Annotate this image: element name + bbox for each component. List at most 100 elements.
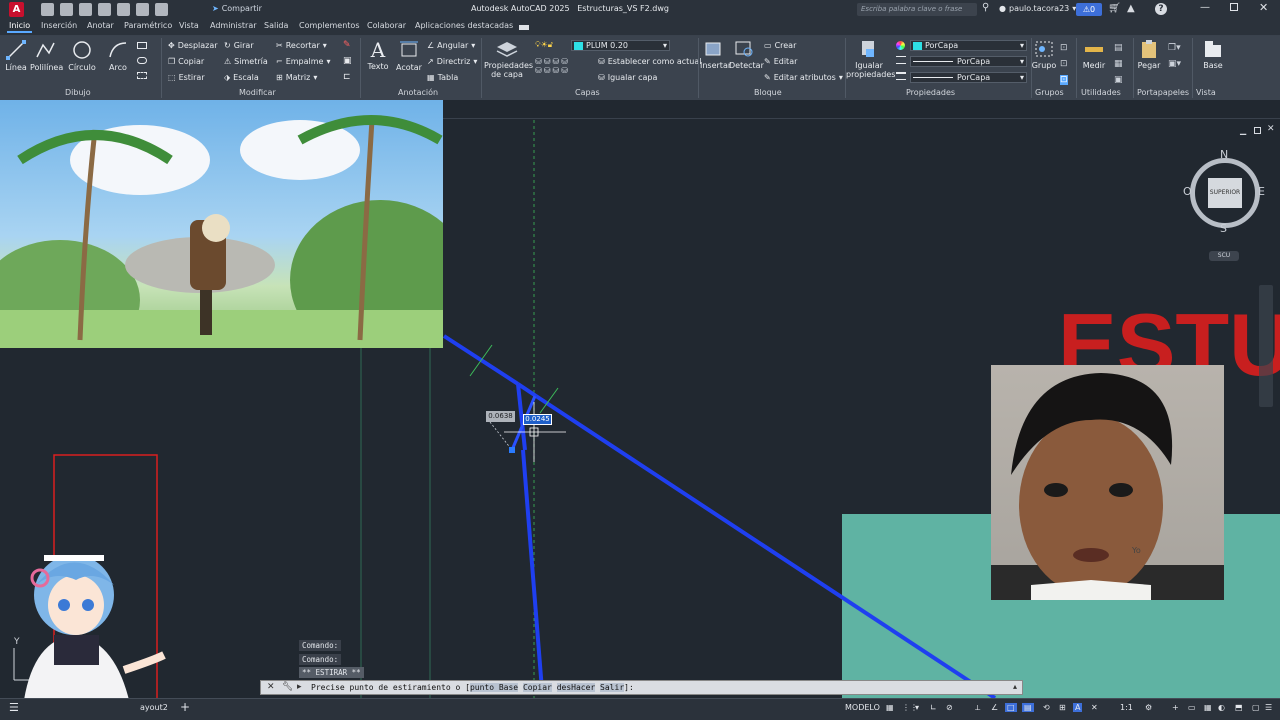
- layout-tab[interactable]: ayout2: [140, 703, 168, 712]
- angular-button[interactable]: ∠ Angular ▾: [427, 41, 475, 50]
- acotar-button[interactable]: Acotar: [396, 39, 422, 72]
- tab-insercion[interactable]: Inserción: [41, 21, 77, 30]
- color-dropdown[interactable]: PorCapa ▾: [910, 40, 1027, 51]
- tab-administrar[interactable]: Administrar: [210, 21, 257, 30]
- command-settings-icon[interactable]: 🔧︎: [282, 682, 293, 692]
- dimension-input-left[interactable]: 0.0638: [486, 411, 515, 422]
- command-option-salir[interactable]: Salir: [600, 683, 625, 692]
- osnap-tracking-icon[interactable]: ∠: [991, 703, 998, 712]
- tab-aplicaciones[interactable]: Aplicaciones destacadas: [415, 21, 513, 30]
- compass-o[interactable]: O: [1183, 185, 1192, 198]
- navigation-bar[interactable]: [1259, 285, 1273, 407]
- ortho-icon[interactable]: ∟: [930, 703, 937, 712]
- circulo-button[interactable]: Círculo: [68, 39, 96, 72]
- compass-s[interactable]: S: [1220, 222, 1227, 235]
- medir-button[interactable]: Medir: [1080, 39, 1108, 70]
- recortar-button[interactable]: ✂ Recortar ▾: [276, 41, 327, 50]
- editar-button[interactable]: ✎ Editar: [764, 57, 797, 66]
- command-prompt[interactable]: Precise punto de estiramiento o [punto B…: [311, 683, 634, 692]
- simetria-button[interactable]: ⚠ Simetría: [224, 57, 268, 66]
- base-button[interactable]: Base: [1199, 39, 1227, 70]
- workspace-gear-icon[interactable]: ⚙: [1145, 703, 1152, 712]
- add-icon[interactable]: +: [1172, 703, 1179, 712]
- command-line[interactable]: ✕ 🔧︎ ▸ Precise punto de estiramiento o […: [260, 680, 1023, 695]
- layer-tools-icons[interactable]: ⛁⛁⛁⛁ ⛁⛁⛁⛁: [535, 57, 570, 75]
- command-option-copiar[interactable]: Copiar: [522, 683, 552, 692]
- drawing-area[interactable]: ESTU Y 0.0638 0.0245 Yo SUPERIOR N S E O…: [0, 100, 1280, 700]
- search-icon[interactable]: ⚲: [982, 2, 989, 13]
- explode-icon[interactable]: ▣: [343, 56, 352, 66]
- escala-button[interactable]: ⬗ Escala: [224, 73, 259, 82]
- panel-title-dibujo[interactable]: Dibujo: [65, 88, 91, 97]
- osnap-icon[interactable]: □: [1005, 703, 1017, 712]
- tab-vista[interactable]: Vista: [179, 21, 199, 30]
- matriz-button[interactable]: ⊞ Matriz ▾: [276, 73, 317, 82]
- tab-inicio[interactable]: Inicio: [7, 21, 33, 33]
- texto-button[interactable]: A Texto: [366, 38, 390, 71]
- panel-title-propiedades[interactable]: Propiedades: [906, 88, 955, 97]
- compass-n[interactable]: N: [1220, 148, 1228, 161]
- command-close-icon[interactable]: ✕: [267, 682, 275, 692]
- panel-title-capas[interactable]: Capas: [575, 88, 600, 97]
- layer-state-icons[interactable]: 💡︎☀︎🔓︎: [535, 40, 553, 50]
- detectar-button[interactable]: Detectar: [729, 39, 764, 70]
- annotation-visibility-icon[interactable]: A: [1073, 703, 1083, 712]
- tab-colaborar[interactable]: Colaborar: [367, 21, 406, 30]
- linea-button[interactable]: Línea: [5, 39, 27, 72]
- pegar-button[interactable]: Pegar: [1135, 39, 1163, 70]
- annotation-scale[interactable]: 1:1: [1120, 703, 1133, 712]
- scu-dropdown[interactable]: SCU: [1209, 251, 1239, 261]
- viewcube[interactable]: SUPERIOR N S E O: [1183, 148, 1268, 236]
- auto-scale-icon[interactable]: ✕: [1091, 703, 1098, 712]
- viewport-minimize-icon[interactable]: ▁: [1240, 126, 1246, 135]
- command-option-deshacer[interactable]: desHacer: [556, 683, 596, 692]
- search-input[interactable]: Escriba palabra clave o frase: [857, 3, 977, 16]
- layer-dropdown[interactable]: PLUM 0.20 ▾: [571, 40, 670, 51]
- table-grid-icon[interactable]: [137, 72, 147, 79]
- selection-cycling-icon[interactable]: ⊞: [1059, 703, 1066, 712]
- dropdown-icon[interactable]: ▾: [915, 703, 919, 712]
- polilinea-button[interactable]: Polilínea: [30, 39, 63, 72]
- igualar-capa-button[interactable]: ⛁ Igualar capa: [598, 73, 657, 82]
- minimize-button[interactable]: —: [1200, 2, 1210, 13]
- undo-icon[interactable]: [136, 3, 149, 16]
- redo-icon[interactable]: [155, 3, 168, 16]
- viewport-close-icon[interactable]: ✕: [1267, 124, 1275, 134]
- plot-icon[interactable]: [117, 3, 130, 16]
- clipboard-tools-icons[interactable]: ❐▾ ▣▾: [1168, 40, 1181, 72]
- isodraft-icon[interactable]: ⟂: [975, 703, 980, 713]
- empalme-button[interactable]: ⌐ Empalme ▾: [276, 57, 330, 66]
- erase-icon[interactable]: ✎: [343, 40, 351, 50]
- panel-title-anotacion[interactable]: Anotación: [398, 88, 438, 97]
- panel-title-bloque[interactable]: Bloque: [754, 88, 782, 97]
- panel-title-vista[interactable]: Vista: [1196, 88, 1216, 97]
- open-folder-icon[interactable]: [60, 3, 73, 16]
- lineweight-dropdown[interactable]: PorCapa ▾: [910, 72, 1027, 83]
- user-account[interactable]: ● paulo.tacora23 ▾: [999, 4, 1076, 13]
- compass-e[interactable]: E: [1258, 185, 1265, 198]
- model-space-button[interactable]: MODELO: [845, 703, 880, 712]
- group-tools-icons[interactable]: ⊡ ⊡ ⊡: [1060, 40, 1068, 88]
- hardware-accel-icon[interactable]: ⬒: [1235, 703, 1243, 712]
- estirar-button[interactable]: ⬚ Estirar: [168, 73, 205, 82]
- isolate-objects-icon[interactable]: ◐: [1218, 703, 1225, 712]
- color-wheel-icon[interactable]: [896, 41, 905, 50]
- clean-screen-icon[interactable]: ▢: [1252, 703, 1260, 712]
- units-icon[interactable]: ▭: [1188, 703, 1196, 712]
- lineweight-toggle-icon[interactable]: ▤: [1022, 703, 1034, 712]
- offset-icon[interactable]: ⊏: [343, 72, 351, 82]
- utility-icons[interactable]: ▤ ▦ ▣: [1114, 40, 1123, 88]
- grupo-button[interactable]: Grupo: [1031, 39, 1057, 70]
- add-layout-icon[interactable]: +: [180, 700, 190, 714]
- linetype-dropdown[interactable]: PorCapa ▾: [910, 56, 1027, 67]
- new-file-icon[interactable]: [41, 3, 54, 16]
- save-as-icon[interactable]: [98, 3, 111, 16]
- command-expand-icon[interactable]: ▴: [1013, 682, 1017, 691]
- transparency-icon[interactable]: ⟲: [1043, 703, 1050, 712]
- command-option-base[interactable]: punto Base: [469, 683, 519, 692]
- save-icon[interactable]: [79, 3, 92, 16]
- quick-properties-icon[interactable]: ▦: [1204, 703, 1212, 712]
- polar-icon[interactable]: ⊘: [946, 703, 953, 712]
- ribbon-toggle-icon[interactable]: [519, 25, 529, 30]
- layout-menu-icon[interactable]: ☰: [9, 701, 19, 714]
